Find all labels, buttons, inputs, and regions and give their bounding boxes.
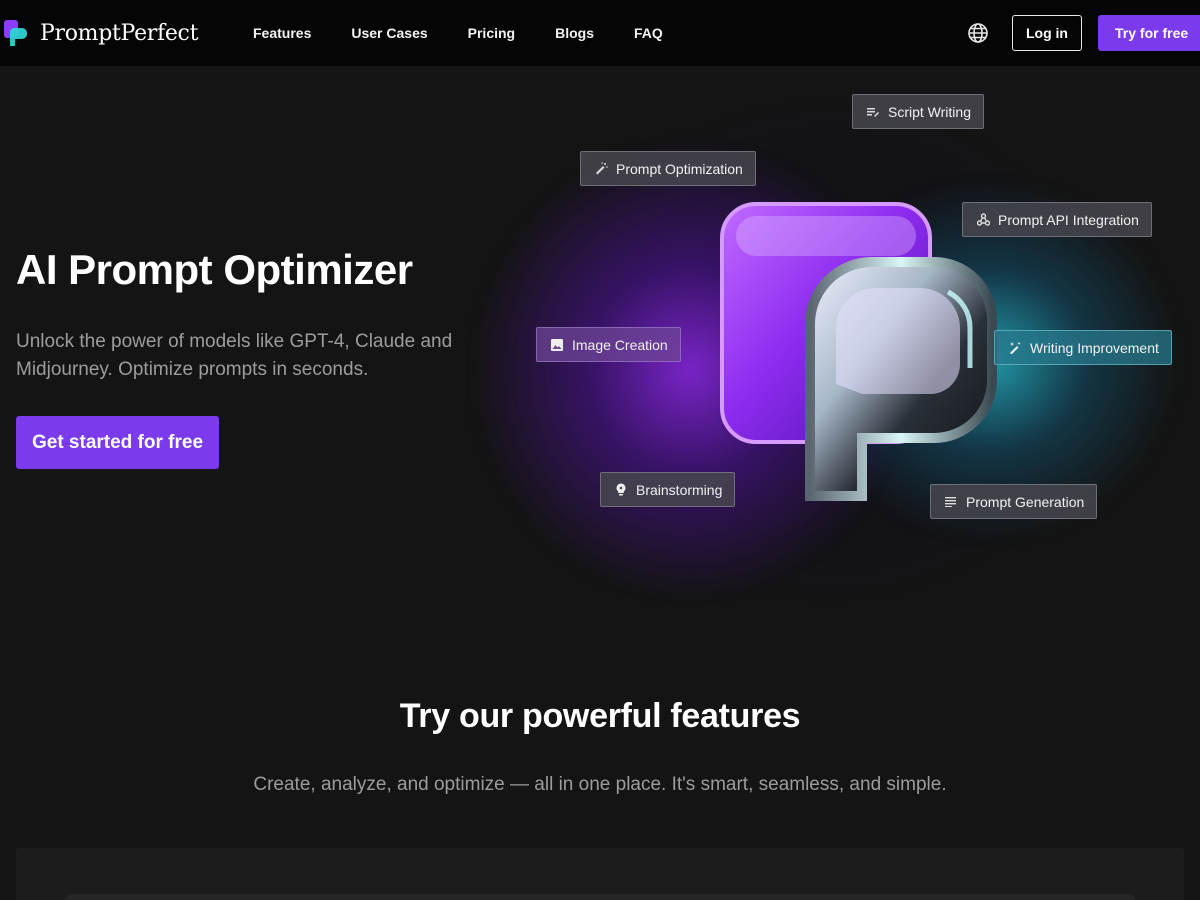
chip-script-writing[interactable]: Script Writing bbox=[852, 94, 984, 129]
text-lines-icon bbox=[944, 495, 958, 509]
top-nav: PromptPerfect Features User Cases Pricin… bbox=[0, 0, 1200, 66]
api-icon bbox=[976, 213, 990, 227]
get-started-button[interactable]: Get started for free bbox=[16, 416, 219, 469]
chip-label: Image Creation bbox=[572, 336, 668, 353]
features-panel-inner bbox=[64, 894, 1136, 900]
nav-link-user-cases[interactable]: User Cases bbox=[351, 25, 427, 41]
chip-brainstorming[interactable]: Brainstorming bbox=[600, 472, 736, 507]
chip-label: Brainstorming bbox=[636, 481, 723, 498]
magic-wand-icon bbox=[594, 162, 608, 176]
brand-name: PromptPerfect bbox=[40, 20, 199, 46]
script-icon bbox=[866, 105, 880, 119]
chip-image-creation[interactable]: Image Creation bbox=[536, 327, 681, 362]
globe-icon[interactable] bbox=[967, 22, 989, 44]
nav-link-faq[interactable]: FAQ bbox=[634, 25, 663, 41]
features-subtitle: Create, analyze, and optimize — all in o… bbox=[253, 774, 947, 795]
chip-label: Prompt Generation bbox=[966, 493, 1085, 510]
nav-links: Features User Cases Pricing Blogs FAQ bbox=[253, 0, 703, 66]
try-for-free-button[interactable]: Try for free bbox=[1098, 15, 1200, 51]
chip-prompt-api-integration[interactable]: Prompt API Integration bbox=[962, 202, 1152, 237]
nav-link-pricing[interactable]: Pricing bbox=[468, 25, 515, 41]
chip-prompt-optimization[interactable]: Prompt Optimization bbox=[580, 151, 756, 186]
hero-3d-logo-icon bbox=[720, 202, 997, 501]
image-icon bbox=[550, 338, 564, 352]
sparkle-edit-icon bbox=[1008, 341, 1022, 355]
chip-label: Prompt Optimization bbox=[616, 160, 743, 177]
lightbulb-icon bbox=[614, 483, 628, 497]
nav-link-features[interactable]: Features bbox=[253, 25, 311, 41]
features-panel bbox=[16, 848, 1184, 900]
brand-logo[interactable]: PromptPerfect bbox=[4, 20, 198, 46]
features-title: Try our powerful features bbox=[399, 697, 801, 735]
chip-prompt-generation[interactable]: Prompt Generation bbox=[930, 484, 1098, 519]
hero-subtitle: Unlock the power of models like GPT-4, C… bbox=[16, 331, 453, 380]
hero-title: AI Prompt Optimizer bbox=[16, 246, 413, 293]
chip-writing-improvement[interactable]: Writing Improvement bbox=[994, 330, 1172, 365]
chip-label: Script Writing bbox=[888, 103, 971, 120]
nav-link-blogs[interactable]: Blogs bbox=[555, 25, 594, 41]
chip-label: Writing Improvement bbox=[1030, 339, 1159, 356]
login-button[interactable]: Log in bbox=[1012, 15, 1082, 51]
promptperfect-logo-icon bbox=[4, 20, 27, 46]
chip-label: Prompt API Integration bbox=[998, 211, 1139, 228]
